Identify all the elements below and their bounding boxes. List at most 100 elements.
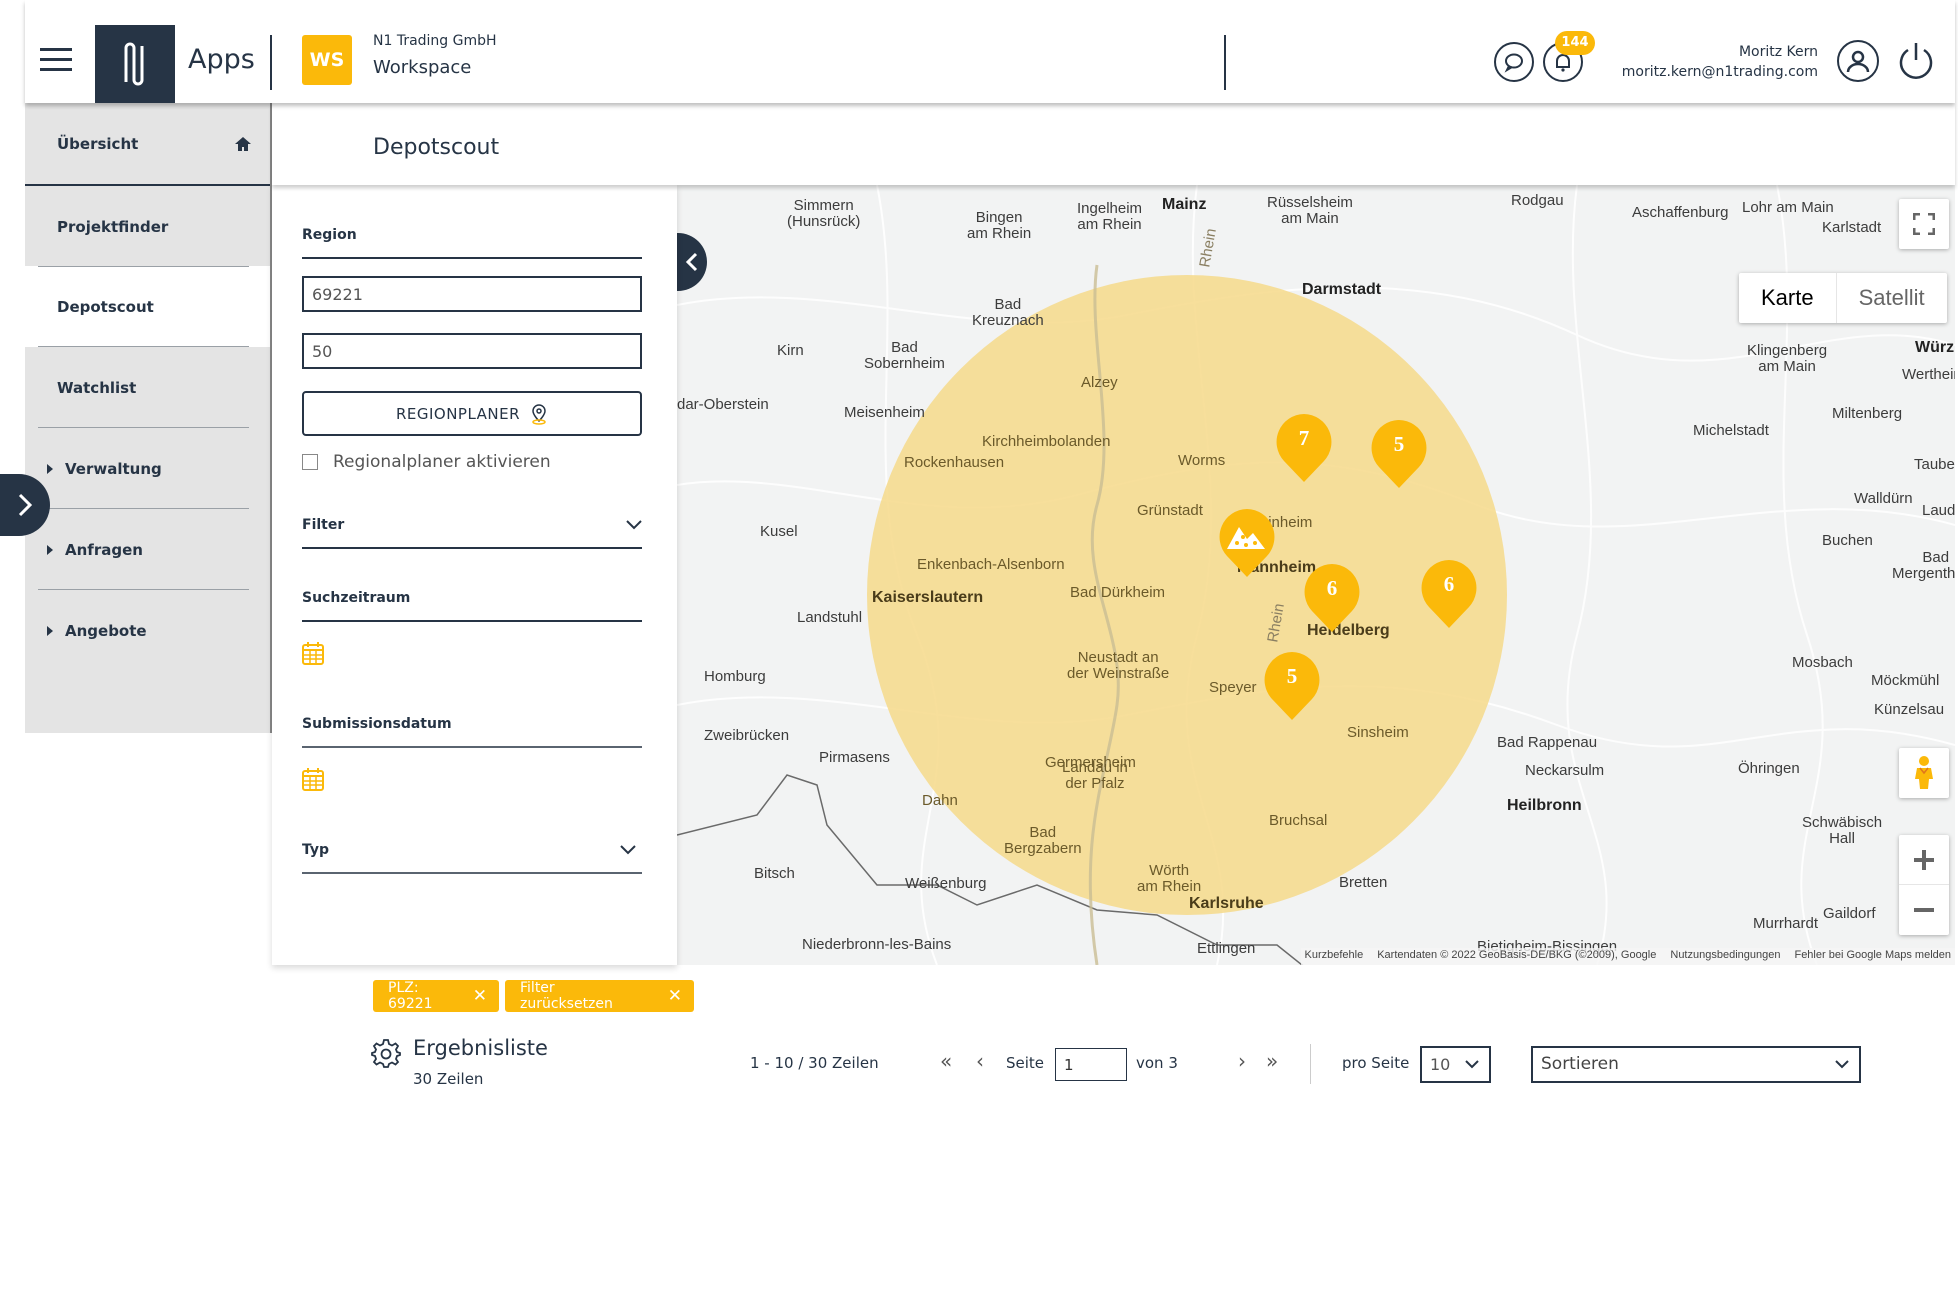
filter-chip-plz[interactable]: PLZ: 69221 ✕ bbox=[373, 980, 499, 1012]
map-place-label: Kirn bbox=[777, 342, 804, 359]
chevron-down-icon bbox=[626, 520, 642, 530]
map-place-label: Tauberbischofsheim bbox=[1914, 456, 1955, 473]
sidebar-divider bbox=[38, 266, 249, 267]
user-avatar-icon bbox=[1846, 50, 1870, 73]
first-page-button[interactable]: « bbox=[940, 1050, 952, 1072]
map-place-label: Michelstadt bbox=[1693, 422, 1769, 439]
top-header: Apps WS N1 Trading GmbH Workspace 144 Mo… bbox=[25, 0, 1955, 103]
map-place-label: Wörth am Rhein bbox=[1137, 862, 1202, 895]
calendar-icon[interactable] bbox=[302, 767, 324, 791]
map-type-toggle: Karte Satellit bbox=[1739, 273, 1947, 323]
close-icon[interactable]: ✕ bbox=[668, 986, 682, 1006]
map-place-label: Niederbronn-les-Bains bbox=[802, 936, 952, 953]
per-page-value: 10 bbox=[1430, 1055, 1451, 1074]
filter-dropdown[interactable]: Filter bbox=[302, 517, 642, 549]
sort-select[interactable]: Sortieren bbox=[1531, 1046, 1861, 1083]
sidebar-item-label: Übersicht bbox=[57, 134, 139, 153]
workspace-badge[interactable]: WS bbox=[302, 35, 352, 85]
profile-button[interactable] bbox=[1837, 40, 1879, 82]
filter-dropdown-label: Filter bbox=[302, 517, 345, 533]
chat-icon bbox=[1504, 53, 1523, 73]
map-cluster-marker[interactable]: 5 bbox=[1369, 418, 1429, 490]
postal-code-input[interactable] bbox=[302, 276, 642, 312]
map-cluster-marker[interactable]: 6 bbox=[1419, 558, 1479, 630]
map-type-karte[interactable]: Karte bbox=[1739, 273, 1837, 323]
keyboard-shortcuts-link[interactable]: Kurzbefehle bbox=[1305, 949, 1364, 964]
expand-triangle-icon bbox=[47, 463, 53, 474]
map-place-label: Worms bbox=[1178, 452, 1226, 469]
logout-button[interactable] bbox=[1895, 40, 1937, 86]
map-place-label: dar-Oberstein bbox=[677, 396, 769, 413]
sidebar-item-depotscout[interactable]: Depotscout bbox=[25, 266, 270, 347]
apps-label[interactable]: Apps bbox=[188, 44, 255, 75]
chat-button[interactable] bbox=[1494, 42, 1534, 82]
user-name: Moritz Kern bbox=[1738, 44, 1818, 60]
radius-input[interactable] bbox=[302, 333, 642, 369]
chip-label: PLZ: 69221 bbox=[388, 980, 433, 1012]
map-place-label: Darmstadt bbox=[1302, 281, 1382, 298]
sidebar-item-verwaltung[interactable]: Verwaltung bbox=[25, 428, 270, 509]
menu-icon[interactable] bbox=[40, 48, 72, 72]
marker-count: 6 bbox=[1326, 576, 1338, 600]
regionalplaner-checkbox-row[interactable]: Regionalplaner aktivieren bbox=[302, 452, 551, 472]
map-place-label: Rockenhausen bbox=[904, 454, 1005, 471]
next-page-button[interactable]: › bbox=[1238, 1050, 1246, 1072]
street-view-button[interactable] bbox=[1899, 748, 1949, 798]
map-cluster-marker[interactable]: 7 bbox=[1274, 412, 1334, 484]
map-cluster-marker[interactable]: 5 bbox=[1262, 650, 1322, 722]
zoom-out-button[interactable] bbox=[1899, 885, 1949, 935]
page-total: von 3 bbox=[1136, 1054, 1178, 1072]
pagination-divider bbox=[1310, 1044, 1311, 1084]
fullscreen-button[interactable] bbox=[1899, 199, 1949, 249]
reset-filter-chip[interactable]: Filter zurücksetzen ✕ bbox=[505, 980, 694, 1012]
app-logo[interactable] bbox=[95, 25, 175, 103]
map-place-label: Bad Rappenau bbox=[1497, 734, 1598, 751]
last-page-button[interactable]: » bbox=[1266, 1050, 1278, 1072]
regionplaner-button[interactable]: REGIONPLANER bbox=[302, 391, 642, 436]
sidebar-item-angebote[interactable]: Angebote bbox=[25, 590, 270, 671]
regionalplaner-checkbox[interactable] bbox=[302, 454, 318, 470]
map-place-label: Bretten bbox=[1339, 874, 1388, 891]
prev-page-button[interactable]: ‹ bbox=[976, 1050, 984, 1072]
region-label: Region bbox=[302, 227, 642, 259]
page-number-input[interactable] bbox=[1055, 1048, 1127, 1081]
sidebar-item-projektfinder[interactable]: Projektfinder bbox=[25, 186, 270, 267]
suchzeitraum-label: Suchzeitraum bbox=[302, 590, 642, 622]
chevron-left-icon bbox=[685, 252, 698, 272]
zoom-in-button[interactable] bbox=[1899, 835, 1949, 885]
map-cluster-marker[interactable]: 6 bbox=[1302, 562, 1362, 634]
sidebar-item-watchlist[interactable]: Watchlist bbox=[25, 347, 270, 428]
notification-count-badge: 144 bbox=[1555, 31, 1595, 55]
report-error-link[interactable]: Fehler bei Google Maps melden bbox=[1794, 949, 1951, 964]
gear-icon[interactable] bbox=[371, 1038, 401, 1068]
close-icon[interactable]: ✕ bbox=[473, 986, 487, 1006]
chevron-right-icon bbox=[18, 493, 33, 517]
map-type-satellit[interactable]: Satellit bbox=[1837, 273, 1947, 323]
typ-dropdown[interactable]: Typ bbox=[302, 842, 642, 874]
map-place-label: Bitsch bbox=[754, 865, 795, 882]
map-place-label: Alzey bbox=[1081, 374, 1118, 391]
workspace-name[interactable]: Workspace bbox=[373, 57, 471, 78]
map-place-label: Neckarsulm bbox=[1525, 762, 1605, 779]
regionalplaner-checkbox-label: Regionalplaner aktivieren bbox=[333, 452, 551, 472]
marker-count: 7 bbox=[1298, 426, 1310, 450]
terms-link[interactable]: Nutzungsbedingungen bbox=[1670, 949, 1780, 964]
results-range: 1 - 10 / 30 Zeilen bbox=[750, 1054, 879, 1072]
map[interactable]: Simmern (Hunsrück) Bingen am Rhein Ingelheim… bbox=[677, 185, 1955, 965]
map-place-label: Murrhardt bbox=[1753, 915, 1819, 932]
chevron-down-icon bbox=[1465, 1060, 1479, 1069]
map-place-label: Ingelheim am Rhein bbox=[1077, 200, 1143, 233]
filter-panel: Region REGIONPLANER Regionalplaner aktiv… bbox=[272, 185, 677, 965]
map-place-label: Wertheim bbox=[1902, 366, 1955, 383]
sidebar-item-anfragen[interactable]: Anfragen bbox=[25, 509, 270, 590]
per-page-select[interactable]: 10 bbox=[1420, 1046, 1491, 1083]
map-place-label: Speyer bbox=[1209, 679, 1257, 696]
sidebar-item-uebersicht[interactable]: Übersicht bbox=[25, 103, 270, 184]
map-depot-marker[interactable] bbox=[1217, 507, 1277, 579]
chevron-down-icon bbox=[1835, 1060, 1849, 1069]
typ-dropdown-label: Typ bbox=[302, 842, 330, 858]
map-place-label: Grünstadt bbox=[1137, 502, 1203, 519]
header-divider bbox=[270, 35, 272, 90]
calendar-icon[interactable] bbox=[302, 641, 324, 665]
depot-pile-icon bbox=[1219, 509, 1275, 577]
